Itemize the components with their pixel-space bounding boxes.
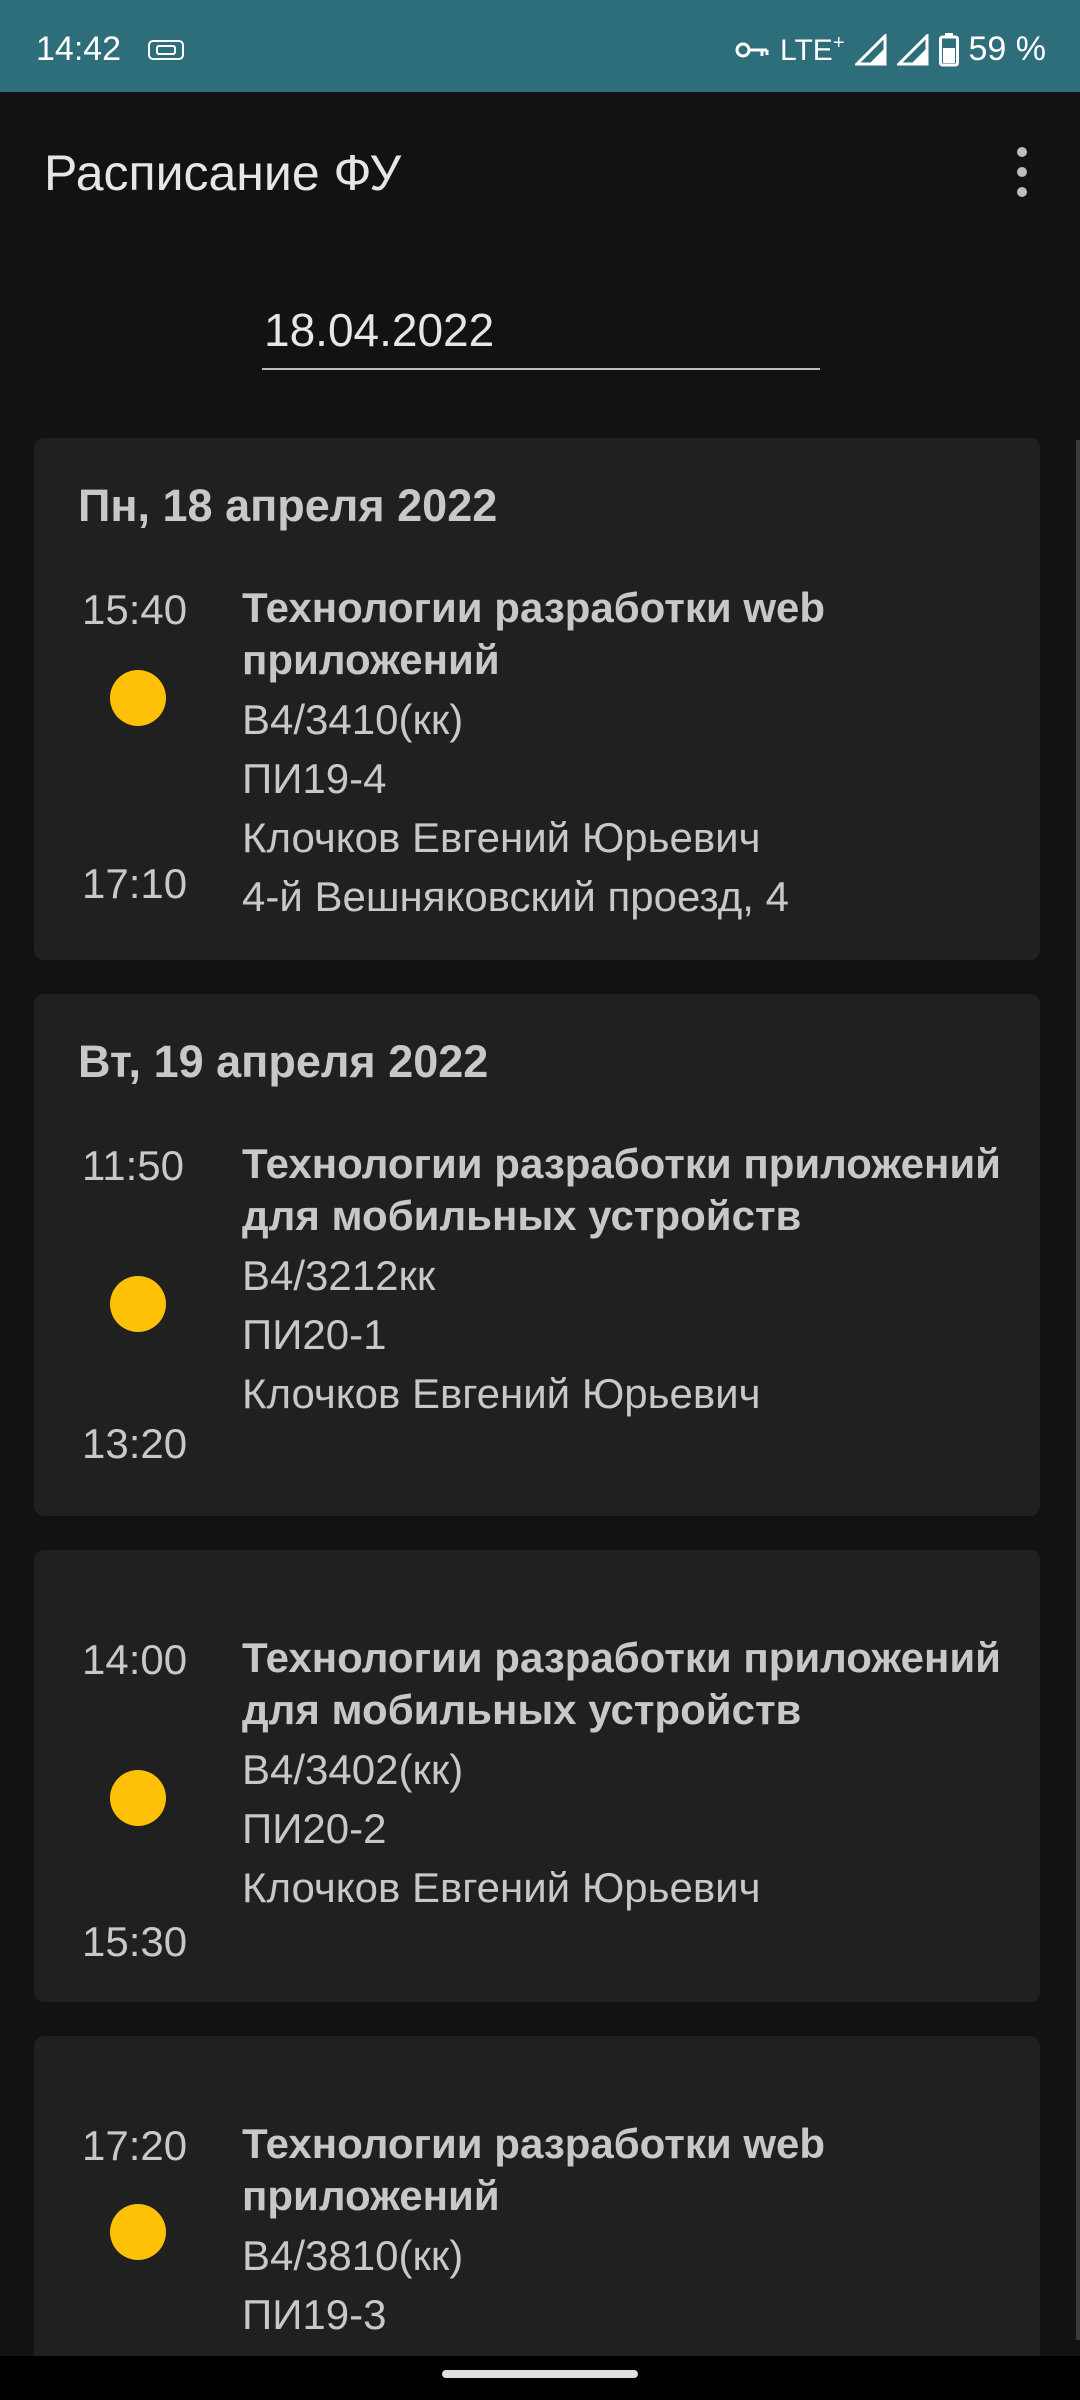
battery-level: 59 %	[968, 30, 1047, 68]
lesson-info: Технологии разработки web приложений В4/…	[242, 2118, 1002, 2344]
gesture-nav-bar	[0, 2356, 1080, 2400]
day-card[interactable]: Вт, 19 апреля 2022 11:50 13:20 Технологи…	[34, 994, 1040, 1516]
lesson-room: В4/3212кк	[242, 1252, 436, 1299]
lesson-end-time: 17:10	[82, 860, 188, 907]
lesson-teacher: Клочков Евгений Юрьевич	[242, 1864, 761, 1911]
lesson-room: В4/3410(кк)	[242, 696, 464, 743]
battery-icon	[938, 32, 959, 66]
lesson-start-time: 17:20	[82, 2122, 188, 2169]
signal-icon	[854, 33, 886, 65]
day-card[interactable]: Пн, 18 апреля 2022 15:40 17:10 Технологи…	[34, 438, 1040, 960]
lesson-group: ПИ20-1	[242, 1311, 387, 1358]
lesson-group: ПИ19-4	[242, 755, 387, 802]
lesson-status-dot	[110, 1276, 166, 1332]
status-time: 14:42	[36, 30, 122, 68]
status-bar: 14:42 LTE+ 59 %	[0, 0, 1080, 92]
day-header: Вт, 19 апреля 2022	[78, 1036, 489, 1087]
home-handle[interactable]	[442, 2370, 638, 2378]
lesson-status-dot	[110, 670, 166, 726]
day-card[interactable]: 17:20 Технологии разработки web приложен…	[34, 2036, 1040, 2366]
lesson-end-time: 15:30	[82, 1918, 188, 1965]
lesson-end-time: 13:20	[82, 1420, 188, 1467]
lesson-room: В4/3810(кк)	[242, 2232, 464, 2279]
app-bar: Расписание ФУ	[0, 92, 1080, 252]
page-title: Расписание ФУ	[44, 145, 402, 201]
lesson-info: Технологии разработки web приложений В4/…	[242, 582, 1002, 926]
scrollbar[interactable]	[1076, 440, 1080, 2340]
signal-icon	[896, 33, 928, 65]
lesson-status-dot	[110, 1770, 166, 1826]
lesson-status-dot	[110, 2204, 166, 2260]
lesson-start-time: 14:00	[82, 1636, 188, 1683]
lesson-address: 4-й Вешняковский проезд, 4	[242, 873, 789, 920]
day-header: Пн, 18 апреля 2022	[78, 480, 498, 531]
lesson-start-time: 15:40	[82, 586, 188, 633]
day-card[interactable]: 14:00 15:30 Технологии разработки прилож…	[34, 1550, 1040, 2002]
network-type: LTE+	[780, 31, 845, 67]
lesson-teacher: Клочков Евгений Юрьевич	[242, 1370, 761, 1417]
status-icons: LTE+ 59 %	[724, 30, 1046, 69]
lesson-group: ПИ19-3	[242, 2291, 387, 2338]
lesson-room: В4/3402(кк)	[242, 1746, 464, 1793]
more-vert-icon[interactable]	[1014, 144, 1030, 200]
sim-icon	[148, 40, 184, 60]
vpn-key-icon	[735, 42, 769, 57]
lesson-info: Технологии разработки приложений для моб…	[242, 1138, 1002, 1423]
lesson-group: ПИ20-2	[242, 1805, 387, 1852]
lesson-subject: Технологии разработки приложений для моб…	[242, 1140, 1001, 1239]
lesson-subject: Технологии разработки приложений для моб…	[242, 1634, 1001, 1733]
lesson-subject: Технологии разработки web приложений	[242, 584, 826, 683]
date-input[interactable]: 18.04.2022	[262, 290, 820, 370]
lesson-start-time: 11:50	[82, 1142, 184, 1189]
lesson-info: Технологии разработки приложений для моб…	[242, 1632, 1002, 1917]
lesson-subject: Технологии разработки web приложений	[242, 2120, 826, 2219]
lesson-teacher: Клочков Евгений Юрьевич	[242, 814, 761, 861]
